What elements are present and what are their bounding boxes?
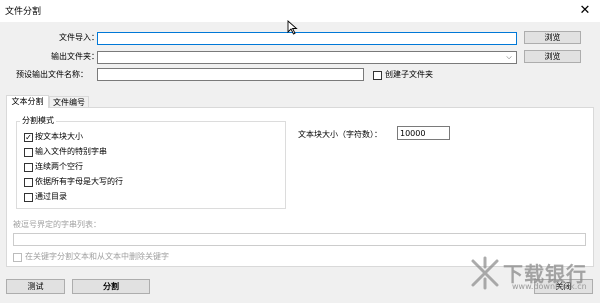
watermark-logo-icon — [471, 256, 499, 290]
comma-list-input — [13, 233, 586, 246]
preset-label: 预设输出文件名称： — [16, 70, 88, 79]
import-input[interactable] — [97, 32, 517, 45]
option-special-string-label: 输入文件的特别字串 — [35, 147, 107, 156]
window-title: 文件分割 — [5, 7, 42, 17]
title-bar — [0, 0, 600, 22]
import-browse-button[interactable]: 浏览 — [524, 31, 581, 44]
tab-file-number[interactable]: 文件编号 — [49, 96, 89, 107]
comma-list-label: 被逗号界定的字串列表： — [13, 220, 101, 229]
chevron-down-icon[interactable]: ⌵ — [504, 52, 514, 63]
split-button[interactable]: 分割 — [72, 279, 150, 294]
preset-name-input[interactable] — [97, 68, 364, 81]
output-folder-combo[interactable]: ⌵ — [97, 51, 517, 64]
block-size-label: 文本块大小（字符数）： — [298, 130, 382, 139]
watermark-url: www.downbank.cn — [512, 282, 587, 291]
subfolder-label: 创建子文件夹 — [385, 70, 433, 79]
tab-text-split[interactable]: 文本分割 — [6, 95, 49, 108]
close-icon[interactable]: ✕ — [571, 0, 599, 22]
option-toc-label: 通过目录 — [35, 192, 67, 201]
subfolder-checkbox[interactable] — [373, 71, 382, 80]
option-toc-checkbox[interactable] — [24, 193, 33, 202]
import-label: 文件导入： — [59, 33, 99, 42]
option-blank-lines-label: 连续两个空行 — [35, 162, 83, 171]
block-size-input[interactable] — [397, 126, 450, 140]
checkmark-icon: ✓ — [25, 133, 32, 142]
output-browse-button[interactable]: 浏览 — [524, 50, 581, 63]
mouse-cursor-icon — [287, 20, 298, 35]
option-uppercase-lines-checkbox[interactable] — [24, 178, 33, 187]
option-block-size-label: 按文本块大小 — [35, 132, 83, 141]
option-special-string-checkbox[interactable] — [24, 148, 33, 157]
option-blank-lines-checkbox[interactable] — [24, 163, 33, 172]
keyword-split-label: 在关键字分割文本和从文本中删除关键字 — [25, 252, 169, 261]
keyword-split-checkbox — [13, 253, 22, 262]
option-uppercase-lines-label: 依据所有字母是大写的行 — [35, 177, 123, 186]
option-block-size-checkbox[interactable]: ✓ — [24, 133, 33, 142]
output-label: 输出文件夹： — [51, 52, 99, 61]
test-button[interactable]: 测试 — [6, 279, 65, 294]
split-mode-group-label: 分割模式 — [20, 116, 56, 126]
